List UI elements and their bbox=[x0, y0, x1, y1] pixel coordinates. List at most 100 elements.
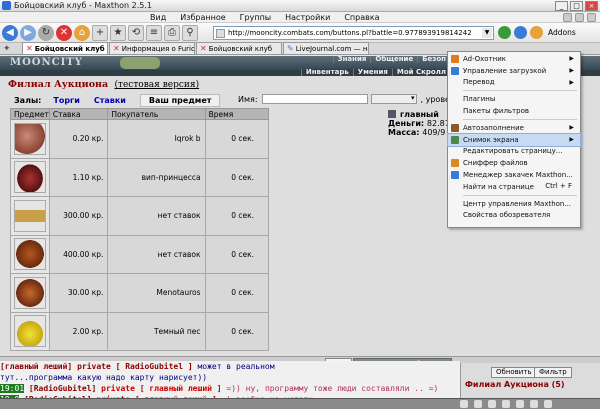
menu-mini-icons bbox=[563, 13, 596, 22]
context-menu-item[interactable]: Снимок экрана ▶ bbox=[447, 132, 581, 147]
filter-button[interactable]: Фильтр bbox=[534, 367, 572, 378]
context-menu-item[interactable]: Автозаполнение ▶ bbox=[448, 122, 580, 134]
item-thumbnail[interactable] bbox=[13, 122, 46, 155]
item-thumbnail[interactable] bbox=[13, 199, 46, 232]
addons-button[interactable]: Addons bbox=[548, 28, 576, 37]
mass-row: Масса: 409/9 bbox=[388, 128, 450, 137]
tool-icon[interactable] bbox=[563, 13, 572, 22]
item-thumbnail[interactable] bbox=[13, 161, 46, 194]
menu-item-shortcut: Ctrl + F bbox=[545, 181, 572, 190]
nav-communication[interactable]: Общение bbox=[370, 56, 417, 63]
item-cell bbox=[10, 196, 50, 236]
mass-label: Масса: bbox=[388, 128, 420, 137]
table-row[interactable]: 0.20 кр. Iqrok b0 сек. bbox=[10, 119, 270, 159]
new-tab-button[interactable]: + bbox=[92, 24, 108, 41]
item-thumbnail[interactable] bbox=[13, 315, 46, 348]
hall-link-trades[interactable]: Торги bbox=[53, 96, 79, 105]
context-menu-item[interactable]: Менеджер закачек Maxthon... bbox=[448, 169, 580, 181]
tool-icon[interactable] bbox=[587, 13, 596, 22]
table-row[interactable]: 300.00 кр. нет ставок 0 сек. bbox=[10, 196, 270, 236]
auction-title: Филиал Аукциона bbox=[8, 79, 109, 90]
money-row: Деньги: 82.87 bbox=[388, 119, 450, 128]
context-menu-item[interactable]: Центр управления Maxthon... bbox=[448, 198, 580, 210]
close-tab-icon[interactable]: ✕ bbox=[200, 44, 207, 53]
history-button[interactable]: ⟲ bbox=[128, 24, 144, 41]
location-label[interactable]: Филиал Аукциона (5) bbox=[465, 380, 565, 389]
context-menu-item[interactable]: Плагины bbox=[448, 93, 580, 105]
chevron-down-icon[interactable]: ▼ bbox=[482, 28, 492, 38]
stop-button[interactable]: ✕ bbox=[56, 24, 72, 41]
tab-livejournal[interactable]: ✎ LiveJournal.com — начните сво... bbox=[283, 42, 369, 54]
maximize-button[interactable]: □ bbox=[570, 1, 583, 11]
table-row[interactable]: 400.00 кр. нет ставок 0 сек. bbox=[10, 234, 270, 274]
context-menu-item[interactable]: Управление загрузкой ▶ bbox=[448, 65, 580, 77]
tab-fight-club-2[interactable]: ✕ Бойцовский клуб bbox=[196, 42, 282, 54]
tab-fight-club[interactable]: ✕ Бойцовский клуб bbox=[22, 42, 108, 54]
rss-icon[interactable]: ≡ bbox=[146, 24, 162, 41]
pin-icon[interactable]: ✦ bbox=[3, 44, 13, 54]
context-menu-item[interactable]: Пакеты фильтров bbox=[448, 105, 580, 117]
item-thumbnail[interactable] bbox=[13, 238, 46, 271]
status-icon[interactable] bbox=[488, 400, 496, 408]
refresh-button[interactable]: Обновить bbox=[491, 367, 537, 378]
forward-button[interactable]: ▶ bbox=[20, 24, 36, 41]
context-menu-item[interactable]: Свойства обозревателя bbox=[448, 210, 580, 222]
context-menu-item[interactable]: Сниффер файлов bbox=[448, 157, 580, 169]
name-input[interactable] bbox=[261, 94, 368, 104]
nav-knowledge[interactable]: Знания bbox=[332, 56, 371, 63]
context-menu-item[interactable]: Найти на странице Ctrl + F bbox=[448, 181, 580, 193]
menu-settings[interactable]: Настройки bbox=[285, 13, 330, 22]
player-name[interactable]: главный bbox=[400, 110, 450, 119]
search-icon[interactable] bbox=[514, 26, 527, 39]
buyer-cell: Iqrok b bbox=[107, 119, 206, 159]
close-button[interactable]: × bbox=[585, 1, 598, 11]
back-button[interactable]: ◀ bbox=[2, 24, 18, 41]
context-menu-item[interactable]: Редактировать страницу... bbox=[448, 146, 580, 158]
addons-icon[interactable] bbox=[530, 26, 543, 39]
print-icon[interactable]: ⎙ bbox=[164, 24, 180, 41]
menu-favorites[interactable]: Избранное bbox=[180, 13, 225, 22]
hall-tab-your-item[interactable]: Ваш предмет bbox=[139, 94, 221, 107]
go-icon[interactable] bbox=[498, 26, 511, 39]
status-icon[interactable] bbox=[544, 400, 552, 408]
nav-skills[interactable]: Умения bbox=[352, 69, 392, 76]
status-icon[interactable] bbox=[460, 400, 468, 408]
context-menu-item[interactable]: Перевод ▶ bbox=[448, 77, 580, 89]
bid-cell: 0.20 кр. bbox=[48, 119, 109, 159]
table-row[interactable]: 2.00 кр. Темный пес 0 сек. bbox=[10, 311, 270, 351]
table-row[interactable]: 30.00 кр. Menotauros 0 сек. bbox=[10, 273, 270, 313]
nav-inventory[interactable]: Инвентарь bbox=[300, 69, 353, 76]
refresh-button[interactable]: ↻ bbox=[38, 24, 54, 41]
tab-furios-info[interactable]: ✕ Информация о Furios bbox=[109, 42, 195, 54]
test-version-link[interactable]: (тестовая версия) bbox=[114, 80, 199, 90]
nav-security[interactable]: Безоп bbox=[417, 56, 450, 63]
home-button[interactable]: ⌂ bbox=[74, 24, 90, 41]
context-menu-item[interactable]: Ad-Охотник ▶ bbox=[448, 53, 580, 65]
table-row[interactable]: 1.10 кр. вип-принцесса 0 сек. bbox=[10, 157, 270, 197]
hall-link-bids[interactable]: Ставки bbox=[94, 96, 126, 105]
menu-item-label: Перевод bbox=[463, 78, 495, 87]
item-thumbnail[interactable] bbox=[13, 276, 46, 309]
nav-scroll[interactable]: Мой Скролл bbox=[391, 69, 450, 76]
chat-text[interactable]: [главный леший] private [ RadioGubitel ] bbox=[0, 362, 197, 371]
zoom-icon[interactable]: ⚲ bbox=[182, 24, 198, 41]
menu-help[interactable]: Справка bbox=[344, 13, 379, 22]
menu-groups[interactable]: Группы bbox=[240, 13, 271, 22]
chat-text: может в реальном bbox=[197, 362, 275, 371]
chevron-right-icon: ▶ bbox=[569, 66, 574, 74]
status-icon[interactable] bbox=[530, 400, 538, 408]
status-icon[interactable] bbox=[516, 400, 524, 408]
url-input[interactable] bbox=[228, 29, 478, 37]
minimize-button[interactable]: _ bbox=[555, 1, 568, 11]
status-icon[interactable] bbox=[474, 400, 482, 408]
close-tab-icon[interactable]: ✕ bbox=[113, 44, 120, 53]
close-tab-icon[interactable]: ✕ bbox=[26, 44, 33, 53]
tool-icon[interactable] bbox=[575, 13, 584, 22]
menu-item-label: Плагины bbox=[463, 95, 496, 104]
menu-view[interactable]: Вид bbox=[150, 13, 166, 22]
favorites-button[interactable]: ★ bbox=[110, 24, 126, 41]
chat-text[interactable]: [RadioGubitel] bbox=[29, 384, 101, 393]
address-bar[interactable]: ▼ bbox=[213, 26, 494, 40]
status-icon[interactable] bbox=[502, 400, 510, 408]
category-select[interactable] bbox=[370, 94, 417, 104]
